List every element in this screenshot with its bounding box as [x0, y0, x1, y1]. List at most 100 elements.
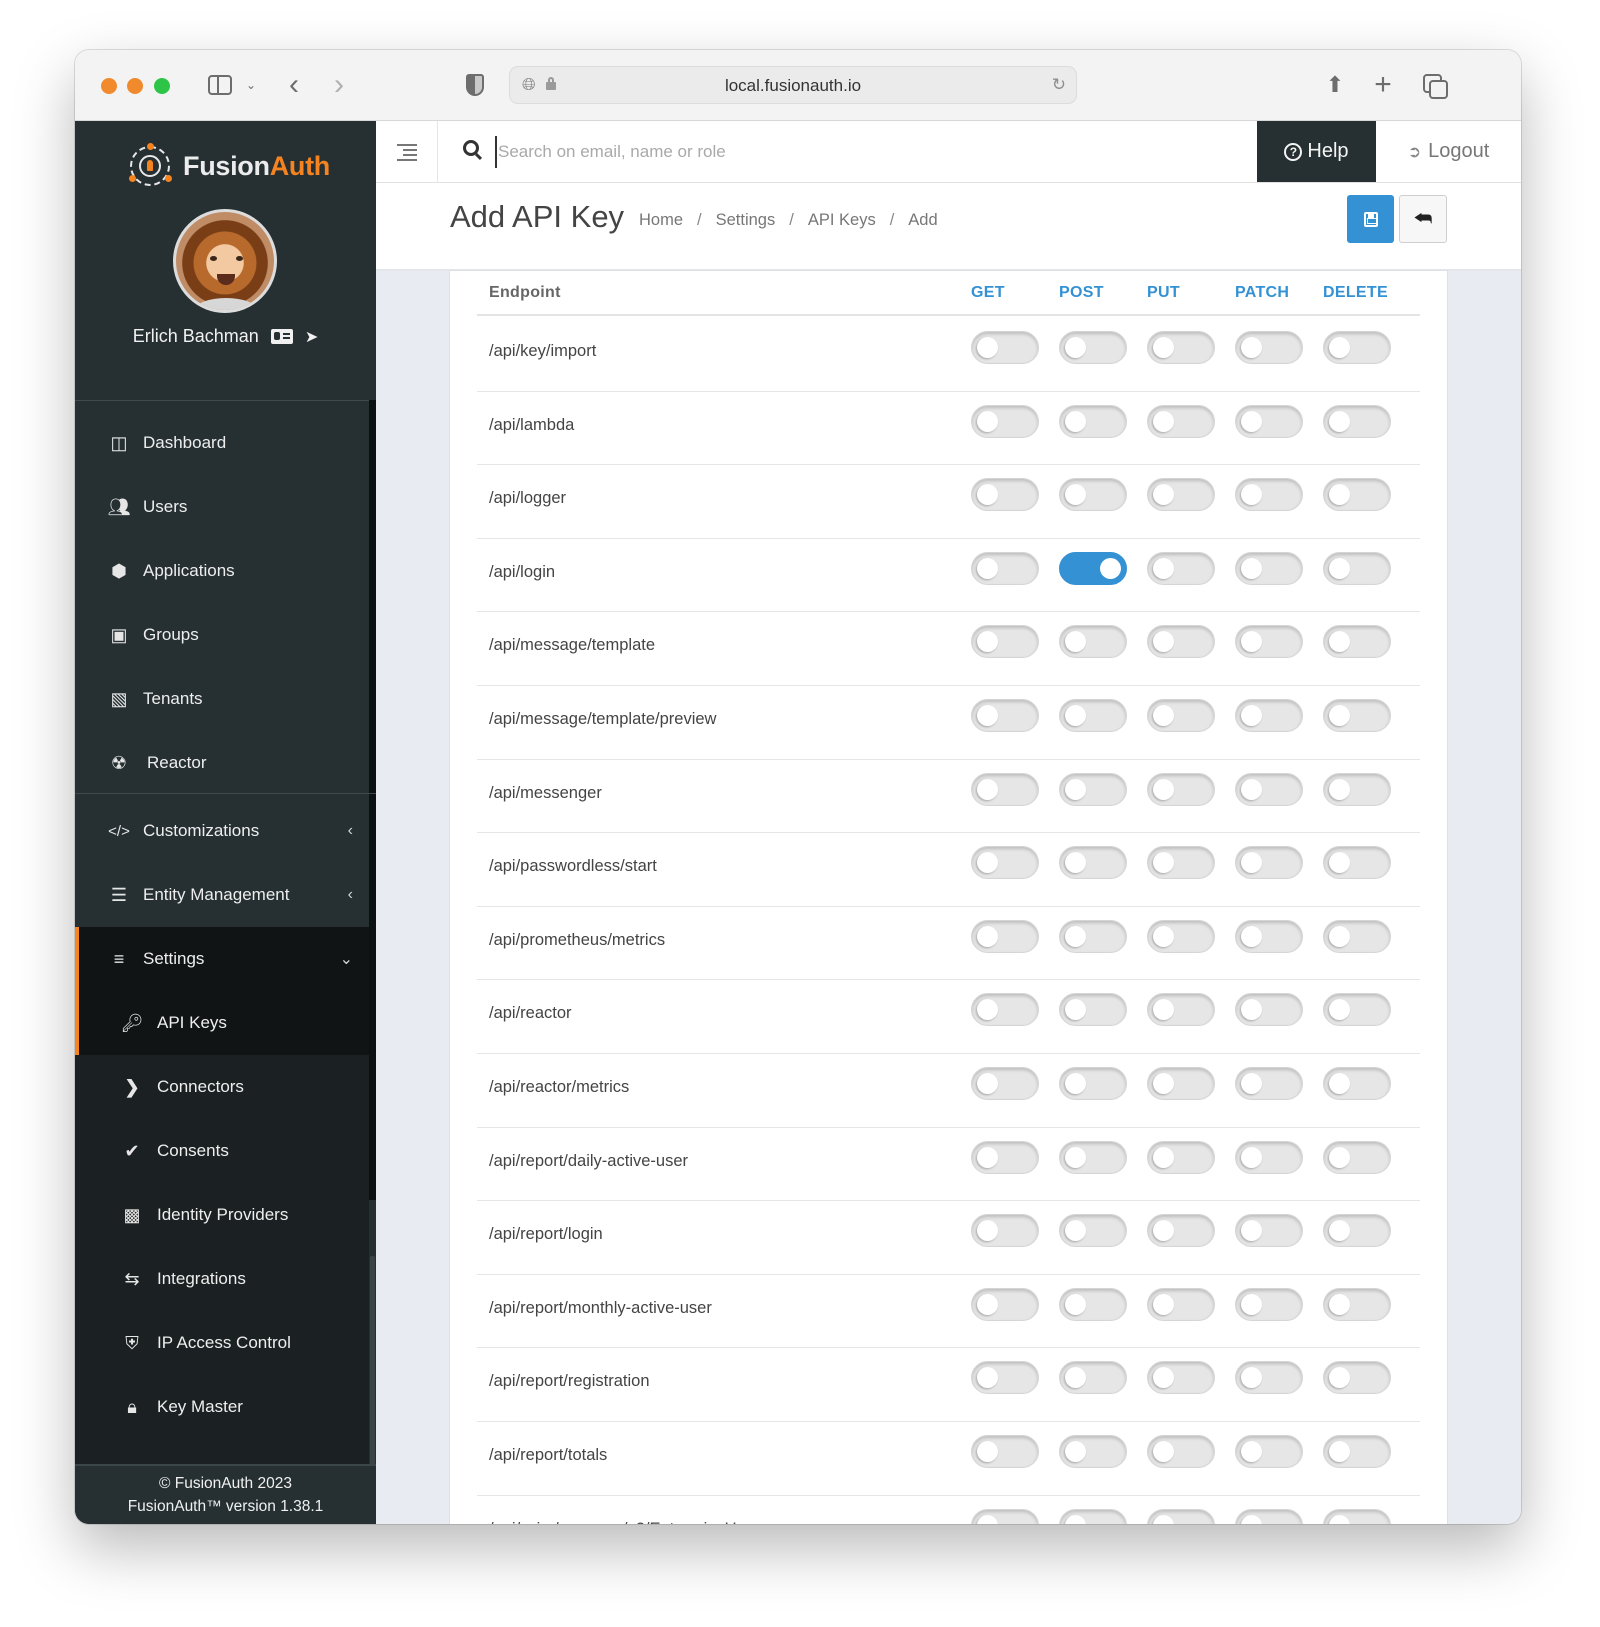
toggle-put[interactable] [1147, 404, 1215, 438]
toggle-patch[interactable] [1235, 1140, 1303, 1174]
id-card-icon[interactable] [270, 329, 293, 344]
breadcrumb-settings[interactable]: Settings [716, 211, 776, 230]
toggle-get[interactable] [971, 1287, 1039, 1321]
back-icon[interactable]: ‹ [283, 68, 305, 101]
toggle-get[interactable] [971, 404, 1039, 438]
toggle-put[interactable] [1147, 699, 1215, 732]
toggle-delete[interactable] [1323, 625, 1391, 659]
toggle-delete[interactable] [1323, 919, 1391, 953]
toggle-post[interactable] [1059, 1214, 1127, 1248]
toggle-post[interactable] [1059, 1067, 1127, 1100]
toggle-get[interactable] [971, 993, 1039, 1027]
tab-overview-icon[interactable] [1421, 70, 1448, 100]
sidebar-item-users[interactable]: 👥︎ Users [75, 475, 369, 539]
toggle-get[interactable] [971, 625, 1039, 659]
toggle-post[interactable] [1059, 478, 1127, 512]
toggle-delete[interactable] [1323, 1214, 1391, 1248]
toggle-patch[interactable] [1235, 625, 1303, 659]
toggle-patch[interactable] [1235, 919, 1303, 953]
toggle-put[interactable] [1147, 1140, 1215, 1174]
toggle-patch[interactable] [1235, 404, 1303, 438]
toggle-put[interactable] [1147, 993, 1215, 1027]
reload-icon[interactable]: ↻ [1052, 75, 1066, 95]
toggle-get[interactable] [971, 1508, 1039, 1524]
toggle-put[interactable] [1147, 1067, 1215, 1100]
toggle-get[interactable] [971, 1067, 1039, 1100]
toggle-delete[interactable] [1323, 478, 1391, 512]
logout-button[interactable]: ➲ Logout [1376, 121, 1521, 182]
sidebar-item-key-master[interactable]: 🔒︎ Key Master [75, 1375, 369, 1439]
save-button[interactable] [1347, 195, 1394, 243]
toggle-get[interactable] [971, 478, 1039, 512]
sidebar-item-applications[interactable]: ⬢ Applications [75, 539, 369, 603]
toggle-get[interactable] [971, 1140, 1039, 1174]
toggle-put[interactable] [1147, 1435, 1215, 1468]
toggle-post[interactable] [1059, 1435, 1127, 1468]
sidebar-item-entity-management[interactable]: ☰ Entity Management ‹ [75, 863, 369, 927]
sidebar-item-connectors[interactable]: ❯ Connectors [75, 1055, 369, 1119]
sidebar-item-groups[interactable]: ▣ Groups [75, 603, 369, 667]
toggle-patch[interactable] [1235, 1287, 1303, 1321]
toggle-delete[interactable] [1323, 1067, 1391, 1100]
toggle-put[interactable] [1147, 625, 1215, 659]
toggle-delete[interactable] [1323, 993, 1391, 1027]
toggle-patch[interactable] [1235, 1214, 1303, 1248]
toggle-put[interactable] [1147, 551, 1215, 585]
toggle-delete[interactable] [1323, 1361, 1391, 1395]
toggle-post[interactable] [1059, 551, 1127, 585]
toggle-post[interactable] [1059, 699, 1127, 732]
toggle-get[interactable] [971, 1361, 1039, 1395]
toggle-delete[interactable] [1323, 1140, 1391, 1174]
privacy-shield-icon[interactable] [463, 70, 487, 100]
toggle-patch[interactable] [1235, 1067, 1303, 1100]
toggle-post[interactable] [1059, 846, 1127, 880]
toggle-put[interactable] [1147, 1214, 1215, 1248]
toggle-post[interactable] [1059, 1361, 1127, 1395]
toggle-delete[interactable] [1323, 331, 1391, 364]
toggle-patch[interactable] [1235, 478, 1303, 512]
toggle-post[interactable] [1059, 1508, 1127, 1524]
avatar[interactable] [173, 209, 277, 313]
window-close-button[interactable] [101, 78, 117, 94]
toggle-get[interactable] [971, 1214, 1039, 1248]
window-minimize-button[interactable] [127, 78, 143, 94]
toggle-get[interactable] [971, 699, 1039, 732]
toggle-get[interactable] [971, 1435, 1039, 1468]
sidebar-item-api-keys[interactable]: 🔑︎ API Keys [75, 991, 369, 1055]
toggle-post[interactable] [1059, 1140, 1127, 1174]
sidebar-item-ip-access-control[interactable]: ⛨ IP Access Control [75, 1311, 369, 1375]
toggle-patch[interactable] [1235, 699, 1303, 732]
toggle-patch[interactable] [1235, 1361, 1303, 1395]
sidebar-item-settings[interactable]: ≡ Settings ⌄ [75, 927, 369, 991]
forward-icon[interactable]: › [328, 68, 350, 101]
sidebar-item-identity-providers[interactable]: ▩ Identity Providers [75, 1183, 369, 1247]
sidebar-item-reactor[interactable]: ☢ Reactor [75, 731, 369, 795]
sidebar-item-customizations[interactable]: </> Customizations ‹ [75, 799, 369, 863]
toggle-put[interactable] [1147, 846, 1215, 880]
toggle-patch[interactable] [1235, 1508, 1303, 1524]
sidebar-item-consents[interactable]: ✔ Consents [75, 1119, 369, 1183]
toggle-delete[interactable] [1323, 1435, 1391, 1468]
toggle-post[interactable] [1059, 919, 1127, 953]
sidebar-item-integrations[interactable]: ⇆ Integrations [75, 1247, 369, 1311]
toggle-put[interactable] [1147, 772, 1215, 806]
back-button[interactable]: ⮪ [1399, 195, 1447, 243]
new-tab-icon[interactable]: + [1371, 68, 1395, 101]
toggle-delete[interactable] [1323, 772, 1391, 806]
sidebar-item-dashboard[interactable]: ◫ Dashboard [75, 411, 369, 475]
toggle-patch[interactable] [1235, 331, 1303, 364]
window-maximize-button[interactable] [154, 78, 170, 94]
toggle-get[interactable] [971, 331, 1039, 364]
toggle-put[interactable] [1147, 331, 1215, 364]
toggle-post[interactable] [1059, 404, 1127, 438]
toggle-get[interactable] [971, 551, 1039, 585]
toggle-put[interactable] [1147, 1287, 1215, 1321]
menu-toggle-button[interactable] [376, 121, 438, 182]
toggle-put[interactable] [1147, 919, 1215, 953]
toggle-patch[interactable] [1235, 1435, 1303, 1468]
toggle-patch[interactable] [1235, 993, 1303, 1027]
location-arrow-icon[interactable]: ➤ [305, 327, 318, 347]
sidebar-item-tenants[interactable]: ▧ Tenants [75, 667, 369, 731]
toggle-delete[interactable] [1323, 1287, 1391, 1321]
toggle-post[interactable] [1059, 993, 1127, 1027]
